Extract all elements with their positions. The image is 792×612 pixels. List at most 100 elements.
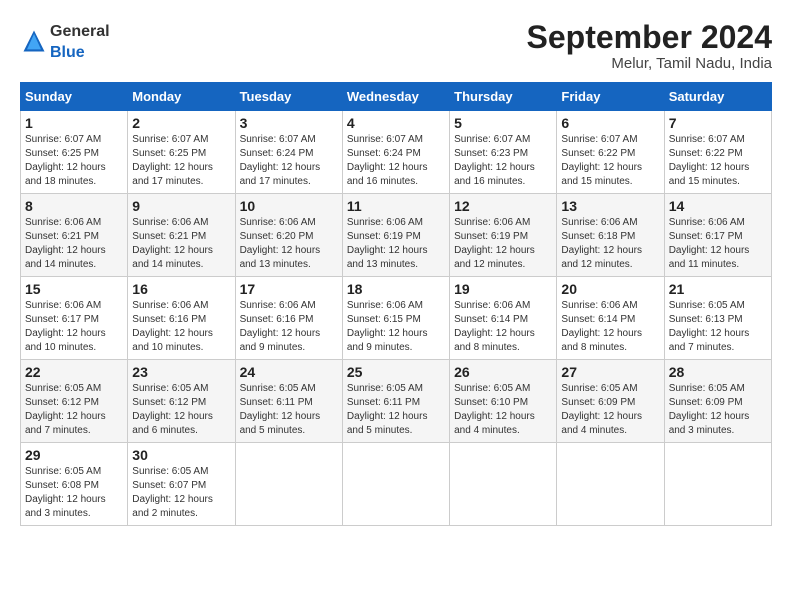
day-info: Sunrise: 6:05 AM Sunset: 6:13 PM Dayligh…	[669, 299, 767, 355]
day-number: 13	[561, 198, 659, 214]
day-info: Sunrise: 6:06 AM Sunset: 6:18 PM Dayligh…	[561, 216, 659, 272]
day-number: 16	[132, 281, 230, 297]
calendar-cell	[557, 443, 664, 526]
calendar-week-3: 15Sunrise: 6:06 AM Sunset: 6:17 PM Dayli…	[21, 277, 772, 360]
calendar-cell: 28 Sunrise: 6:05 AM Sunset: 6:09 PM Dayli…	[664, 360, 771, 443]
header-wednesday: Wednesday	[342, 83, 449, 111]
calendar-cell: 21 Sunrise: 6:05 AM Sunset: 6:13 PM Dayli…	[664, 277, 771, 360]
calendar-cell: 4Sunrise: 6:07 AM Sunset: 6:24 PM Daylig…	[342, 111, 449, 194]
day-info: Sunrise: 6:05 AM Sunset: 6:11 PM Dayligh…	[240, 382, 338, 438]
calendar-body: 1 Sunrise: 6:07 AM Sunset: 6:25 PM Daylig…	[21, 111, 772, 526]
calendar-cell: 19 Sunrise: 6:06 AM Sunset: 6:14 PM Dayli…	[450, 277, 557, 360]
month-title: September 2024	[527, 20, 772, 55]
day-number: 27	[561, 364, 659, 380]
day-number: 22	[25, 364, 123, 380]
calendar-cell: 22 Sunrise: 6:05 AM Sunset: 6:12 PM Dayli…	[21, 360, 128, 443]
calendar-cell	[342, 443, 449, 526]
day-info: Sunrise: 6:05 AM Sunset: 6:11 PM Dayligh…	[347, 382, 445, 438]
calendar-cell: 14Sunrise: 6:06 AM Sunset: 6:17 PM Dayli…	[664, 194, 771, 277]
calendar-cell: 29 Sunrise: 6:05 AM Sunset: 6:08 PM Dayli…	[21, 443, 128, 526]
logo-general-text: General	[50, 23, 110, 40]
day-info: Sunrise: 6:07 AM Sunset: 6:22 PM Dayligh…	[561, 133, 659, 189]
day-number: 29	[25, 447, 123, 463]
calendar-cell: 1 Sunrise: 6:07 AM Sunset: 6:25 PM Daylig…	[21, 111, 128, 194]
calendar-cell: 2Sunrise: 6:07 AM Sunset: 6:25 PM Daylig…	[128, 111, 235, 194]
day-info: Sunrise: 6:05 AM Sunset: 6:09 PM Dayligh…	[561, 382, 659, 438]
day-info: Sunrise: 6:07 AM Sunset: 6:25 PM Dayligh…	[25, 133, 123, 189]
day-number: 7	[669, 115, 767, 131]
day-info: Sunrise: 6:06 AM Sunset: 6:19 PM Dayligh…	[347, 216, 445, 272]
calendar-cell: 16Sunrise: 6:06 AM Sunset: 6:16 PM Dayli…	[128, 277, 235, 360]
day-info: Sunrise: 6:05 AM Sunset: 6:08 PM Dayligh…	[25, 465, 123, 521]
header-row: Sunday Monday Tuesday Wednesday Thursday…	[21, 83, 772, 111]
day-number: 11	[347, 198, 445, 214]
calendar-week-4: 22 Sunrise: 6:05 AM Sunset: 6:12 PM Dayli…	[21, 360, 772, 443]
day-number: 17	[240, 281, 338, 297]
day-info: Sunrise: 6:06 AM Sunset: 6:14 PM Dayligh…	[454, 299, 552, 355]
calendar-header: Sunday Monday Tuesday Wednesday Thursday…	[21, 83, 772, 111]
day-info: Sunrise: 6:05 AM Sunset: 6:07 PM Dayligh…	[132, 465, 230, 521]
calendar-cell: 5 Sunrise: 6:07 AM Sunset: 6:23 PM Daylig…	[450, 111, 557, 194]
day-number: 19	[454, 281, 552, 297]
calendar-cell: 12 Sunrise: 6:06 AM Sunset: 6:19 PM Dayli…	[450, 194, 557, 277]
header-saturday: Saturday	[664, 83, 771, 111]
day-info: Sunrise: 6:06 AM Sunset: 6:19 PM Dayligh…	[454, 216, 552, 272]
calendar-cell: 15Sunrise: 6:06 AM Sunset: 6:17 PM Dayli…	[21, 277, 128, 360]
day-number: 25	[347, 364, 445, 380]
header-tuesday: Tuesday	[235, 83, 342, 111]
day-info: Sunrise: 6:06 AM Sunset: 6:17 PM Dayligh…	[669, 216, 767, 272]
day-info: Sunrise: 6:07 AM Sunset: 6:23 PM Dayligh…	[454, 133, 552, 189]
day-number: 10	[240, 198, 338, 214]
day-info: Sunrise: 6:06 AM Sunset: 6:21 PM Dayligh…	[132, 216, 230, 272]
calendar-cell: 17 Sunrise: 6:06 AM Sunset: 6:16 PM Dayli…	[235, 277, 342, 360]
calendar-cell: 6Sunrise: 6:07 AM Sunset: 6:22 PM Daylig…	[557, 111, 664, 194]
calendar-cell: 20 Sunrise: 6:06 AM Sunset: 6:14 PM Dayli…	[557, 277, 664, 360]
calendar-week-2: 8 Sunrise: 6:06 AM Sunset: 6:21 PM Daylig…	[21, 194, 772, 277]
calendar-cell: 23 Sunrise: 6:05 AM Sunset: 6:12 PM Dayli…	[128, 360, 235, 443]
day-number: 12	[454, 198, 552, 214]
day-info: Sunrise: 6:07 AM Sunset: 6:24 PM Dayligh…	[240, 133, 338, 189]
day-number: 15	[25, 281, 123, 297]
calendar-cell: 30 Sunrise: 6:05 AM Sunset: 6:07 PM Dayli…	[128, 443, 235, 526]
calendar-cell: 24Sunrise: 6:05 AM Sunset: 6:11 PM Dayli…	[235, 360, 342, 443]
logo-blue-text: Blue	[50, 44, 85, 61]
calendar-cell	[235, 443, 342, 526]
day-number: 21	[669, 281, 767, 297]
day-number: 26	[454, 364, 552, 380]
day-info: Sunrise: 6:05 AM Sunset: 6:10 PM Dayligh…	[454, 382, 552, 438]
calendar-week-1: 1 Sunrise: 6:07 AM Sunset: 6:25 PM Daylig…	[21, 111, 772, 194]
day-info: Sunrise: 6:06 AM Sunset: 6:14 PM Dayligh…	[561, 299, 659, 355]
calendar-cell: 10 Sunrise: 6:06 AM Sunset: 6:20 PM Dayli…	[235, 194, 342, 277]
calendar-week-5: 29 Sunrise: 6:05 AM Sunset: 6:08 PM Dayli…	[21, 443, 772, 526]
calendar-cell: 3Sunrise: 6:07 AM Sunset: 6:24 PM Daylig…	[235, 111, 342, 194]
calendar-cell: 8 Sunrise: 6:06 AM Sunset: 6:21 PM Daylig…	[21, 194, 128, 277]
calendar-cell: 9Sunrise: 6:06 AM Sunset: 6:21 PM Daylig…	[128, 194, 235, 277]
day-info: Sunrise: 6:07 AM Sunset: 6:25 PM Dayligh…	[132, 133, 230, 189]
day-number: 1	[25, 115, 123, 131]
day-number: 5	[454, 115, 552, 131]
calendar-cell: 7 Sunrise: 6:07 AM Sunset: 6:22 PM Daylig…	[664, 111, 771, 194]
calendar-cell: 27 Sunrise: 6:05 AM Sunset: 6:09 PM Dayli…	[557, 360, 664, 443]
day-info: Sunrise: 6:05 AM Sunset: 6:09 PM Dayligh…	[669, 382, 767, 438]
day-number: 30	[132, 447, 230, 463]
day-info: Sunrise: 6:06 AM Sunset: 6:20 PM Dayligh…	[240, 216, 338, 272]
day-number: 8	[25, 198, 123, 214]
calendar-cell: 11 Sunrise: 6:06 AM Sunset: 6:19 PM Dayli…	[342, 194, 449, 277]
day-number: 28	[669, 364, 767, 380]
day-info: Sunrise: 6:06 AM Sunset: 6:16 PM Dayligh…	[240, 299, 338, 355]
day-number: 23	[132, 364, 230, 380]
day-info: Sunrise: 6:06 AM Sunset: 6:15 PM Dayligh…	[347, 299, 445, 355]
day-number: 18	[347, 281, 445, 297]
header-thursday: Thursday	[450, 83, 557, 111]
title-block: September 2024 Melur, Tamil Nadu, India	[527, 20, 772, 72]
day-number: 20	[561, 281, 659, 297]
day-info: Sunrise: 6:05 AM Sunset: 6:12 PM Dayligh…	[132, 382, 230, 438]
calendar-cell	[664, 443, 771, 526]
calendar-cell: 18 Sunrise: 6:06 AM Sunset: 6:15 PM Dayli…	[342, 277, 449, 360]
day-info: Sunrise: 6:05 AM Sunset: 6:12 PM Dayligh…	[25, 382, 123, 438]
logo: General Blue	[20, 20, 110, 62]
day-info: Sunrise: 6:07 AM Sunset: 6:22 PM Dayligh…	[669, 133, 767, 189]
day-info: Sunrise: 6:06 AM Sunset: 6:21 PM Dayligh…	[25, 216, 123, 272]
calendar-cell: 25 Sunrise: 6:05 AM Sunset: 6:11 PM Dayli…	[342, 360, 449, 443]
day-number: 4	[347, 115, 445, 131]
